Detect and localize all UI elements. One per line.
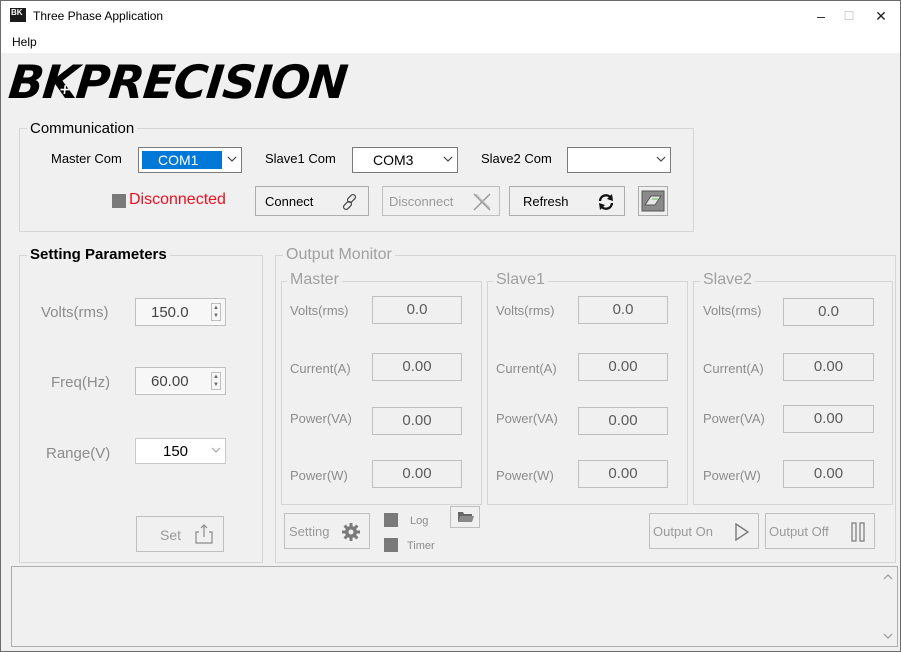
slave2-com-select[interactable] (567, 147, 671, 173)
range-select[interactable]: 150 (135, 438, 226, 464)
master-power-va-value: 0.00 (372, 407, 462, 435)
slave1-volts-value: 0.0 (578, 296, 668, 324)
freq-label: Freq(Hz) (51, 374, 111, 391)
refresh-button[interactable]: Refresh (509, 186, 625, 216)
slave1-volts-label: Volts(rms) (496, 303, 555, 318)
setting-label: Setting (289, 524, 330, 539)
slave2-power-va-value: 0.00 (783, 405, 874, 433)
menu-bar: Help (1, 31, 900, 53)
device-settings-button[interactable] (638, 186, 668, 216)
slave2-power-w-value: 0.00 (783, 460, 874, 488)
message-log-box[interactable] (11, 566, 898, 647)
pause-icon (851, 522, 865, 542)
communication-group (19, 128, 694, 232)
slave1-power-w-label: Power(W) (496, 468, 554, 483)
master-volts-label: Volts(rms) (290, 303, 349, 318)
disconnect-x-icon (473, 193, 491, 211)
slave2-com-label: Slave2 Com (481, 151, 552, 166)
play-icon (735, 522, 750, 542)
disconnect-label: Disconnect (389, 194, 454, 209)
chevron-down-icon (227, 156, 237, 162)
setting-parameters-title: Setting Parameters (27, 246, 170, 264)
gear-icon (342, 523, 360, 541)
set-button[interactable]: Set (136, 516, 224, 552)
freq-value: 60.00 (151, 373, 189, 390)
volts-up-down-icon[interactable]: ▲ ▼ (211, 303, 221, 321)
output-on-label: Output On (653, 524, 713, 539)
slave2-current-label: Current(A) (703, 361, 764, 376)
slave1-power-va-value: 0.00 (578, 407, 668, 435)
logo-precision: PRECISION (73, 55, 350, 109)
slave1-power-w-value: 0.00 (578, 460, 668, 488)
setting-button[interactable]: Setting (284, 513, 370, 549)
folder-icon (458, 512, 474, 522)
master-current-value: 0.00 (372, 353, 462, 381)
title-bar: BK Three Phase Application – ☐ ✕ (1, 1, 900, 31)
log-label: Log (410, 515, 429, 527)
slave1-power-va-label: Power(VA) (496, 411, 558, 426)
master-volts-value: 0.0 (372, 296, 462, 324)
link-icon (342, 193, 357, 211)
chevron-down-icon (443, 156, 453, 162)
output-monitor-title: Output Monitor (283, 246, 395, 264)
slave1-com-label: Slave1 Com (265, 151, 336, 166)
disconnect-button[interactable]: Disconnect (382, 186, 500, 216)
range-value: 150 (163, 443, 189, 460)
slave2-volts-value: 0.0 (783, 298, 874, 326)
set-label: Set (160, 527, 182, 543)
volts-value: 150.0 (151, 304, 189, 321)
output-on-button[interactable]: Output On (649, 513, 759, 549)
slave1-com-select[interactable]: COM3 (352, 147, 458, 173)
chevron-down-icon (656, 156, 666, 162)
slave2-power-va-label: Power(VA) (703, 411, 765, 426)
bk-precision-logo: BK+PRECISION (6, 55, 350, 109)
slave2-current-value: 0.00 (783, 353, 874, 381)
scroll-down-icon[interactable] (883, 632, 893, 640)
master-com-value: COM1 (158, 152, 199, 168)
slave2-volts-label: Volts(rms) (703, 303, 762, 318)
master-power-w-label: Power(W) (290, 468, 348, 483)
chevron-down-icon (211, 447, 221, 453)
close-button[interactable]: ✕ (861, 3, 901, 29)
connection-status-indicator (112, 194, 126, 208)
upload-icon (195, 524, 213, 544)
connect-label: Connect (265, 194, 314, 209)
slave2-power-w-label: Power(W) (703, 468, 761, 483)
master-title: Master (287, 271, 342, 289)
app-icon: BK (10, 8, 26, 22)
master-com-select[interactable]: COM1 (138, 147, 242, 173)
slave1-com-value: COM3 (373, 152, 414, 168)
slave2-title: Slave2 (700, 271, 755, 289)
output-off-button[interactable]: Output Off (765, 513, 875, 549)
connect-button[interactable]: Connect (255, 186, 369, 216)
device-icon (641, 190, 665, 212)
menu-help[interactable]: Help (12, 35, 37, 49)
communication-title: Communication (27, 120, 138, 138)
freq-spinbox[interactable]: 60.00 ▲ ▼ (135, 367, 226, 395)
connection-status-text: Disconnected (129, 191, 226, 208)
slave1-current-label: Current(A) (496, 361, 557, 376)
log-indicator (384, 513, 398, 527)
refresh-icon (598, 194, 614, 210)
refresh-label: Refresh (523, 194, 569, 209)
master-com-label: Master Com (51, 151, 122, 166)
application-window: BK Three Phase Application – ☐ ✕ Help BK… (0, 0, 901, 652)
timer-indicator (384, 538, 398, 552)
freq-up-down-icon[interactable]: ▲ ▼ (211, 372, 221, 390)
master-power-w-value: 0.00 (372, 460, 462, 488)
volts-label: Volts(rms) (41, 304, 109, 321)
slave1-title: Slave1 (493, 271, 548, 289)
scroll-up-icon[interactable] (883, 573, 893, 581)
output-off-label: Output Off (769, 524, 829, 539)
volts-spinbox[interactable]: 150.0 ▲ ▼ (135, 298, 226, 326)
window-title: Three Phase Application (33, 9, 164, 23)
slave1-current-value: 0.00 (578, 353, 668, 381)
timer-label: Timer (407, 540, 435, 552)
master-current-label: Current(A) (290, 361, 351, 376)
log-folder-button[interactable] (450, 506, 480, 528)
master-power-va-label: Power(VA) (290, 411, 352, 426)
range-label: Range(V) (46, 445, 111, 462)
